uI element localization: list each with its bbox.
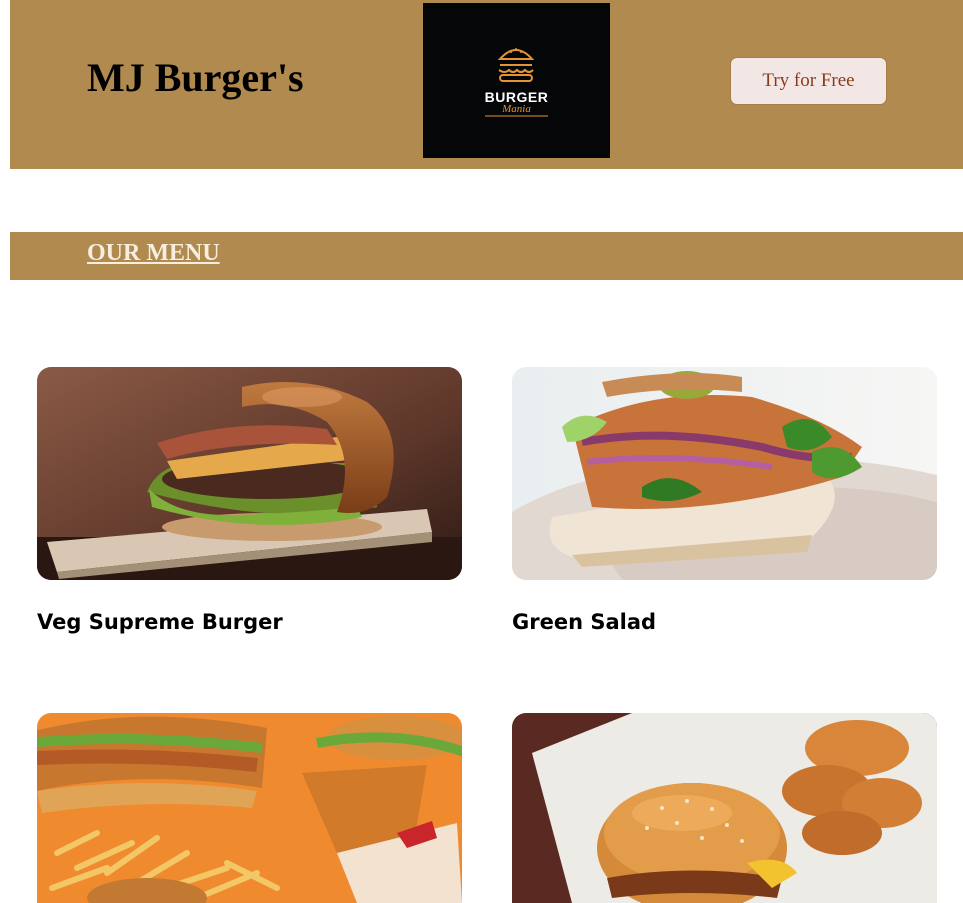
menu-item-name[interactable]: Green Salad — [512, 610, 656, 634]
burger-mania-logo: BURGER Mania — [423, 3, 610, 158]
try-for-free-button[interactable]: Try for Free — [730, 57, 887, 105]
menu-item-image-burger-nuggets[interactable] — [512, 713, 937, 903]
menu-item-name[interactable]: Veg Supreme Burger — [37, 610, 283, 634]
menu-item-image-chicken-burgers[interactable] — [37, 713, 462, 903]
menu-item-image-salad-sandwich[interactable] — [512, 367, 937, 580]
menu-section-bar: OUR MENU — [10, 232, 963, 280]
brand-title: MJ Burger's — [87, 55, 304, 100]
menu-item-image-burger[interactable] — [37, 367, 462, 580]
burger-icon — [485, 48, 548, 117]
site-header: MJ Burger's BURGER Mania Try for Free — [10, 0, 963, 169]
menu-heading[interactable]: OUR MENU — [87, 240, 220, 267]
logo-script-text: Mania — [502, 103, 531, 115]
